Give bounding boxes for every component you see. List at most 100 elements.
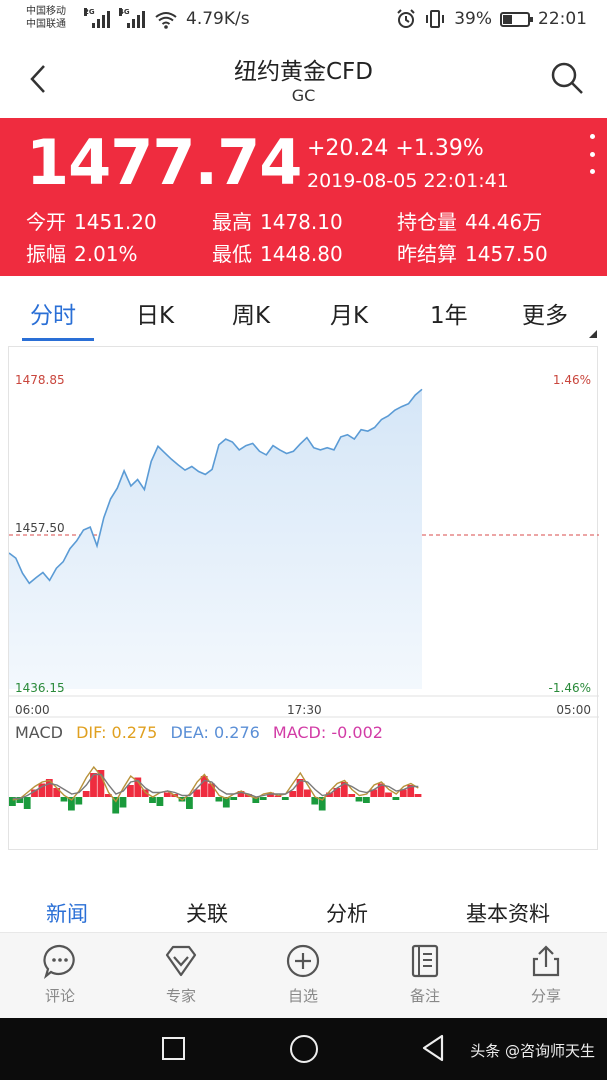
tab-basic-info[interactable]: 基本资料 bbox=[466, 898, 550, 928]
vibrate-icon bbox=[426, 10, 445, 28]
tab-monthly-k[interactable]: 月K bbox=[330, 296, 368, 330]
tab-related[interactable]: 关联 bbox=[186, 898, 228, 928]
period-tabs: 分时 日K 周K 月K 1年 更多 bbox=[0, 276, 607, 342]
share-label: 分享 bbox=[530, 987, 561, 1005]
app-header: 纽约黄金CFD GC bbox=[0, 40, 607, 118]
alarm-icon bbox=[397, 9, 415, 28]
active-tab-indicator bbox=[22, 338, 94, 341]
expert-button[interactable]: 专家 bbox=[141, 943, 221, 1006]
macd-bar bbox=[281, 797, 289, 800]
comment-icon bbox=[43, 944, 75, 979]
macd-bar bbox=[230, 797, 238, 800]
y-axis-bottom: 1436.15 bbox=[15, 681, 65, 695]
stat-value: 44.46万 bbox=[465, 210, 543, 234]
stat-label: 最低 bbox=[212, 242, 252, 266]
stat-prev-settle: 昨结算 1457.50 bbox=[397, 238, 548, 267]
x-axis-end: 05:00 bbox=[556, 703, 591, 717]
intraday-chart[interactable]: 1478.85 1457.50 1436.15 1.46% -1.46% 06:… bbox=[8, 346, 599, 850]
macd-bar bbox=[355, 797, 363, 802]
clock: 22:01 bbox=[538, 9, 587, 29]
chart-canvas bbox=[9, 388, 599, 814]
tab-intraday[interactable]: 分时 bbox=[30, 296, 76, 330]
signal-icon: 4G bbox=[119, 8, 145, 28]
y-axis-mid: 1457.50 bbox=[15, 521, 65, 535]
stat-low: 最低 1448.80 bbox=[212, 238, 343, 267]
diamond-icon bbox=[165, 945, 197, 977]
stat-open-interest: 持仓量 44.46万 bbox=[397, 206, 542, 235]
macd-bar bbox=[414, 794, 422, 797]
note-button[interactable]: 备注 bbox=[385, 943, 465, 1006]
more-menu-icon[interactable] bbox=[587, 134, 597, 174]
stat-value: 1478.10 bbox=[260, 210, 343, 234]
macd-bar bbox=[163, 792, 171, 797]
stat-value: 2.01% bbox=[74, 242, 138, 266]
tab-more[interactable]: 更多 bbox=[522, 296, 568, 330]
wifi-icon bbox=[155, 12, 177, 29]
stat-high: 最高 1478.10 bbox=[212, 206, 343, 235]
stat-label: 持仓量 bbox=[397, 210, 457, 234]
tab-news[interactable]: 新闻 bbox=[46, 898, 88, 928]
home-icon[interactable] bbox=[290, 1035, 318, 1063]
tab-one-year[interactable]: 1年 bbox=[430, 296, 468, 330]
network-speed: 4.79K/s bbox=[186, 9, 250, 29]
system-navigation-bar: 头条 @咨询师天生 bbox=[0, 1018, 607, 1080]
stat-open: 今开 1451.20 bbox=[26, 206, 157, 235]
macd-bar bbox=[186, 797, 193, 809]
pct-axis-top: 1.46% bbox=[552, 373, 591, 387]
macd-bar bbox=[348, 794, 356, 797]
carrier-names: 中国移动 中国联通 bbox=[26, 5, 66, 31]
watchlist-label: 自选 bbox=[287, 987, 318, 1005]
corner-triangle-icon bbox=[589, 330, 597, 338]
macd-bar bbox=[112, 797, 120, 814]
stat-label: 最高 bbox=[212, 210, 252, 234]
page-title: 纽约黄金CFD bbox=[234, 59, 373, 85]
stat-value: 1448.80 bbox=[260, 242, 343, 266]
watchlist-button[interactable]: 自选 bbox=[263, 943, 343, 1006]
macd-bar bbox=[392, 797, 400, 800]
macd-bar bbox=[156, 797, 164, 806]
price-change: +20.24 +1.39% bbox=[307, 136, 484, 161]
network-type-2: 4G bbox=[119, 8, 130, 16]
price-area bbox=[9, 389, 422, 689]
status-bar: 中国移动 中国联通 2G 4G 4.79K/s 39% 22:01 bbox=[0, 0, 607, 40]
pct-axis-bottom: -1.46% bbox=[548, 681, 591, 695]
expert-label: 专家 bbox=[165, 987, 196, 1005]
stat-value: 1451.20 bbox=[74, 210, 157, 234]
stat-label: 昨结算 bbox=[397, 242, 457, 266]
macd-bar bbox=[127, 785, 134, 797]
tab-daily-k[interactable]: 日K bbox=[136, 296, 174, 330]
comment-button[interactable]: 评论 bbox=[20, 943, 100, 1006]
y-axis-top: 1478.85 bbox=[15, 373, 65, 387]
stat-label: 振幅 bbox=[26, 242, 66, 266]
macd-bar bbox=[259, 797, 267, 800]
stat-value: 1457.50 bbox=[465, 242, 548, 266]
tab-weekly-k[interactable]: 周K bbox=[232, 296, 270, 330]
dif-value: DIF: 0.275 bbox=[76, 723, 158, 742]
macd-bar bbox=[200, 776, 208, 797]
macd-bar bbox=[304, 789, 311, 797]
quote-datetime: 2019-08-05 22:01:41 bbox=[307, 170, 509, 192]
dea-value: DEA: 0.276 bbox=[170, 723, 260, 742]
network-type-1: 2G bbox=[84, 8, 95, 16]
macd-title: MACD bbox=[15, 723, 63, 742]
carrier-1: 中国移动 bbox=[26, 6, 66, 17]
macd-bar bbox=[215, 797, 223, 802]
share-button[interactable]: 分享 bbox=[506, 943, 586, 1006]
macd-bar bbox=[23, 797, 31, 809]
recent-apps-icon[interactable] bbox=[162, 1037, 185, 1060]
add-circle-icon bbox=[286, 944, 320, 978]
stat-label: 今开 bbox=[26, 210, 66, 234]
macd-bar bbox=[60, 797, 68, 802]
back-triangle-icon[interactable] bbox=[420, 1033, 446, 1063]
page-subtitle: GC bbox=[291, 86, 316, 105]
dif-line bbox=[12, 765, 419, 803]
tab-analysis[interactable]: 分析 bbox=[326, 898, 368, 928]
macd-bar bbox=[385, 792, 392, 797]
macd-bar bbox=[119, 797, 127, 808]
stat-amplitude: 振幅 2.01% bbox=[26, 238, 138, 267]
last-price: 1477.74 bbox=[26, 126, 302, 199]
battery-icon bbox=[500, 11, 533, 27]
search-icon[interactable] bbox=[549, 60, 585, 96]
macd-legend: MACD DIF: 0.275 DEA: 0.276 MACD: -0.002 bbox=[15, 723, 391, 742]
macd-bar bbox=[149, 797, 156, 803]
